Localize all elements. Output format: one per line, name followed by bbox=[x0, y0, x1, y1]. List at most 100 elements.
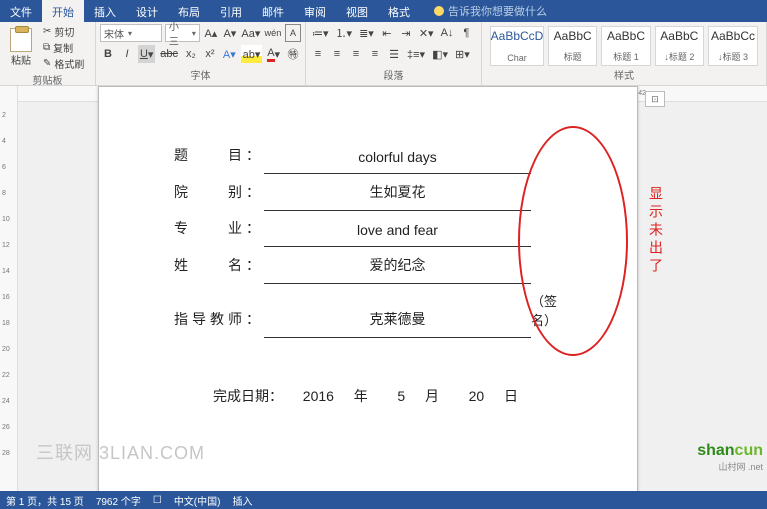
tab-mailings[interactable]: 邮件 bbox=[252, 0, 294, 22]
style-preview: AaBbCcD bbox=[491, 29, 544, 43]
page-content[interactable]: 题 目：colorful days 院 别：生如夏花 专 业：love and … bbox=[99, 87, 637, 436]
completion-date-line[interactable]: 完成日期： 2016 年 5 月 20 日 bbox=[174, 386, 557, 406]
change-case-button[interactable]: Aa▾ bbox=[241, 24, 261, 42]
style-preview: AaBbCc bbox=[711, 29, 755, 43]
style-label: Char bbox=[507, 53, 527, 63]
status-bar: 第 1 页，共 15 页 7962 个字 ☐ 中文(中国) 插入 bbox=[0, 491, 767, 509]
tab-insert[interactable]: 插入 bbox=[84, 0, 126, 22]
tab-review[interactable]: 审阅 bbox=[294, 0, 336, 22]
enclose-char-button[interactable]: ㊕ bbox=[285, 45, 301, 63]
style-tile-title[interactable]: AaBbC标题 bbox=[548, 26, 597, 66]
text-effects-button[interactable]: A▾ bbox=[221, 45, 238, 63]
shading-button[interactable]: ◧▾ bbox=[430, 45, 450, 63]
italic-button[interactable]: I bbox=[119, 45, 135, 63]
style-tile-h3[interactable]: AaBbCc↓标题 3 bbox=[708, 26, 758, 66]
logo-sub: 山村网 .net bbox=[697, 460, 763, 473]
grow-font-button[interactable]: A▴ bbox=[203, 24, 219, 42]
ribbon-body: 粘贴 剪切 复制 格式刷 剪贴板 宋体 ▾ 小三▾ A▴ A▾ Aa▾ wén A bbox=[0, 22, 767, 86]
cell-value[interactable]: 克莱德曼 bbox=[264, 283, 531, 337]
footer-month-unit: 月 bbox=[425, 388, 439, 404]
annotation-text: 显示未出了 bbox=[646, 186, 666, 276]
group-paragraph: ≔▾ ⒈▾ ≣▾ ⇤ ⇥ ✕▾ A↓ ¶ ≡ ≡ ≡ ≡ ☰ ‡≡▾ ◧▾ ⊞▾… bbox=[306, 22, 482, 85]
font-name-value: 宋体 bbox=[104, 26, 124, 41]
numbering-button[interactable]: ⒈▾ bbox=[334, 24, 355, 42]
phonetic-guide-button[interactable]: wén bbox=[264, 24, 282, 42]
char-border-button[interactable]: A bbox=[285, 24, 301, 42]
superscript-button[interactable]: x² bbox=[202, 45, 218, 63]
font-color-button[interactable]: A▾ bbox=[265, 45, 282, 63]
align-distribute-button[interactable]: ☰ bbox=[386, 45, 402, 63]
cell-label[interactable]: 指导教师： bbox=[174, 283, 264, 337]
cell-value[interactable]: 爱的纪念 bbox=[264, 246, 531, 283]
cell-value[interactable]: 生如夏花 bbox=[264, 173, 531, 210]
multilevel-button[interactable]: ≣▾ bbox=[357, 24, 376, 42]
vertical-ruler[interactable]: 246810121416182022242628 bbox=[0, 86, 18, 491]
tab-format[interactable]: 格式 bbox=[378, 0, 420, 22]
group-font: 宋体 ▾ 小三▾ A▴ A▾ Aa▾ wén A B I U▾ abc x₂ x²… bbox=[96, 22, 306, 85]
group-font-title: 字体 bbox=[100, 66, 301, 83]
align-center-button[interactable]: ≡ bbox=[329, 45, 345, 63]
copy-button[interactable]: 复制 bbox=[41, 40, 86, 55]
sort-button[interactable]: A↓ bbox=[439, 24, 456, 42]
style-tile-h1[interactable]: AaBbC标题 1 bbox=[601, 26, 650, 66]
ribbon-tabstrip: 文件 开始 插入 设计 布局 引用 邮件 审阅 视图 格式 告诉我你想要做什么 bbox=[0, 0, 767, 22]
font-name-combo[interactable]: 宋体 ▾ bbox=[100, 24, 162, 42]
cell-label[interactable]: 专 业： bbox=[174, 210, 264, 246]
align-justify-button[interactable]: ≡ bbox=[367, 45, 383, 63]
footer-year-unit: 年 bbox=[354, 388, 368, 404]
layout-options-button[interactable]: ⊡ bbox=[645, 91, 665, 107]
brush-icon bbox=[43, 58, 51, 69]
layout-options-widget: ⊡ bbox=[645, 91, 667, 107]
tab-home[interactable]: 开始 bbox=[42, 0, 84, 22]
cell-label[interactable]: 院 别： bbox=[174, 173, 264, 210]
align-left-button[interactable]: ≡ bbox=[310, 45, 326, 63]
tab-view[interactable]: 视图 bbox=[336, 0, 378, 22]
format-painter-button[interactable]: 格式刷 bbox=[41, 56, 86, 71]
paste-button[interactable]: 粘贴 bbox=[4, 28, 38, 67]
status-page[interactable]: 第 1 页，共 15 页 bbox=[6, 493, 84, 508]
font-size-combo[interactable]: 小三▾ bbox=[165, 24, 200, 42]
styles-gallery[interactable]: AaBbCcDChar AaBbC标题 AaBbC标题 1 AaBbC↓标题 2… bbox=[486, 24, 762, 66]
style-preview: AaBbC bbox=[607, 29, 645, 43]
status-mode[interactable]: 插入 bbox=[232, 493, 252, 508]
style-tile-h2[interactable]: AaBbC↓标题 2 bbox=[655, 26, 704, 66]
status-words[interactable]: 7962 个字 bbox=[96, 493, 141, 508]
document-viewport[interactable]: 224681012141618202224262830323436384042 … bbox=[18, 86, 767, 491]
strike-button[interactable]: abc bbox=[158, 45, 180, 63]
style-tile-char[interactable]: AaBbCcD Char bbox=[490, 26, 544, 66]
tab-references[interactable]: 引用 bbox=[210, 0, 252, 22]
cover-table[interactable]: 题 目：colorful days 院 别：生如夏花 专 业：love and … bbox=[174, 137, 557, 338]
asian-layout-button[interactable]: ✕▾ bbox=[417, 24, 436, 42]
status-lang[interactable]: 中文(中国) bbox=[174, 493, 221, 508]
tell-me[interactable]: 告诉我你想要做什么 bbox=[420, 0, 547, 22]
group-paragraph-title: 段落 bbox=[310, 66, 477, 83]
cell-label[interactable]: 题 目： bbox=[174, 137, 264, 173]
indent-dec-button[interactable]: ⇤ bbox=[379, 24, 395, 42]
table-row: 姓 名：爱的纪念 bbox=[174, 246, 557, 283]
borders-button[interactable]: ⊞▾ bbox=[453, 45, 472, 63]
tab-file[interactable]: 文件 bbox=[0, 0, 42, 22]
style-preview: AaBbC bbox=[660, 29, 698, 43]
signature-cell[interactable]: （签名） bbox=[531, 283, 557, 337]
bullets-button[interactable]: ≔▾ bbox=[310, 24, 331, 42]
underline-button[interactable]: U▾ bbox=[138, 45, 155, 63]
cut-button[interactable]: 剪切 bbox=[41, 24, 86, 39]
align-right-button[interactable]: ≡ bbox=[348, 45, 364, 63]
show-marks-button[interactable]: ¶ bbox=[458, 24, 474, 42]
shrink-font-button[interactable]: A▾ bbox=[222, 24, 238, 42]
subscript-button[interactable]: x₂ bbox=[183, 45, 199, 63]
cell-value[interactable]: love and fear bbox=[264, 210, 531, 246]
group-clipboard: 粘贴 剪切 复制 格式刷 剪贴板 bbox=[0, 22, 96, 85]
tab-design[interactable]: 设计 bbox=[126, 0, 168, 22]
line-spacing-button[interactable]: ‡≡▾ bbox=[405, 45, 427, 63]
cell-value[interactable]: colorful days bbox=[264, 137, 531, 173]
indent-inc-button[interactable]: ⇥ bbox=[398, 24, 414, 42]
style-label: 标题 bbox=[564, 50, 582, 63]
bold-button[interactable]: B bbox=[100, 45, 116, 63]
chevron-down-icon: ▾ bbox=[128, 29, 132, 38]
cell-label[interactable]: 姓 名： bbox=[174, 246, 264, 283]
footer-month: 5 bbox=[397, 388, 405, 404]
group-styles: AaBbCcDChar AaBbC标题 AaBbC标题 1 AaBbC↓标题 2… bbox=[482, 22, 767, 85]
highlight-button[interactable]: ab▾ bbox=[241, 45, 263, 63]
cut-label: 剪切 bbox=[54, 24, 74, 39]
